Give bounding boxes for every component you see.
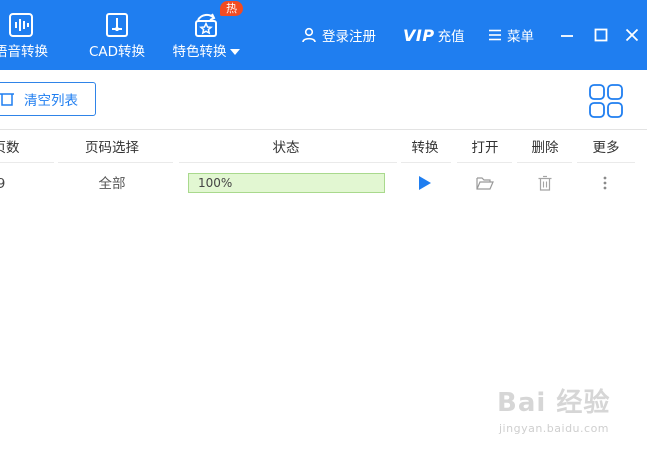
status-progress-text: 100% — [198, 176, 233, 190]
header-separator — [179, 162, 397, 163]
toolbar-divider — [0, 129, 647, 130]
close-button[interactable] — [623, 26, 641, 44]
audio-wave-icon — [9, 13, 33, 37]
play-icon — [419, 176, 431, 190]
clear-list-label: 清空列表 — [24, 93, 78, 109]
cad-convert-button[interactable]: CAD转换 — [80, 0, 154, 70]
delete-button[interactable] — [536, 174, 554, 192]
hot-badge: 热 — [220, 1, 243, 16]
user-icon — [302, 27, 316, 43]
trash-icon — [538, 175, 552, 191]
minimize-icon — [561, 35, 573, 37]
cad-icon — [106, 13, 128, 37]
menu-label: 菜单 — [507, 29, 534, 45]
vip-recharge-label: 充值 — [437, 29, 465, 45]
voice-convert-button[interactable]: 语音转换 — [0, 0, 58, 70]
caret-down-icon — [229, 49, 240, 55]
header-delete: 删除 — [531, 140, 559, 156]
header-separator — [577, 162, 635, 163]
header-page-select: 页码选择 — [85, 140, 139, 156]
header-separator — [517, 162, 572, 163]
header-separator — [401, 162, 451, 163]
open-folder-button[interactable] — [476, 174, 494, 192]
cell-pages: 9 — [0, 176, 6, 192]
maximize-button[interactable] — [592, 26, 610, 44]
star-refresh-icon — [195, 13, 217, 37]
header-separator — [457, 162, 512, 163]
top-bar: 语音转换 CAD转换 特色转换 热 登录注册 VIP 充值 菜单 — [0, 0, 647, 70]
trash-icon — [0, 93, 14, 106]
baidu-watermark: Bai 经验 jingyan.baidu.com — [497, 382, 637, 442]
header-separator — [0, 162, 54, 163]
vip-recharge-button[interactable]: VIP 充值 — [403, 25, 465, 46]
header-open: 打开 — [471, 140, 499, 156]
header-convert: 转换 — [411, 140, 439, 156]
hamburger-icon — [489, 29, 501, 41]
header-more: 更多 — [592, 140, 620, 156]
header-separator — [58, 162, 173, 163]
watermark-sub: jingyan.baidu.com — [499, 422, 610, 435]
special-convert-label-wrap: 特色转换 — [173, 44, 240, 60]
more-vertical-icon — [603, 176, 607, 190]
voice-convert-label: 语音转换 — [0, 44, 48, 60]
special-convert-label: 特色转换 — [172, 44, 227, 60]
folder-open-icon — [476, 177, 494, 190]
convert-button[interactable] — [416, 174, 434, 192]
grid-view-icon[interactable] — [589, 84, 623, 118]
minimize-button[interactable] — [558, 26, 576, 44]
watermark-main: Bai 经验 — [497, 388, 611, 418]
login-register-label: 登录注册 — [322, 29, 376, 45]
vip-logo: VIP — [403, 25, 435, 45]
close-icon — [625, 28, 639, 42]
menu-button[interactable]: 菜单 — [488, 25, 534, 45]
status-progress-bar: 100% — [188, 173, 385, 193]
clear-list-button[interactable]: 清空列表 — [0, 82, 96, 116]
maximize-icon — [594, 28, 608, 42]
cad-convert-label: CAD转换 — [88, 44, 146, 60]
header-status: 状态 — [272, 140, 300, 156]
header-pages: 页数 — [0, 140, 20, 156]
login-register-button[interactable]: 登录注册 — [301, 25, 376, 45]
more-button[interactable] — [596, 174, 614, 192]
page-select-dropdown[interactable]: 全部 — [72, 175, 152, 193]
